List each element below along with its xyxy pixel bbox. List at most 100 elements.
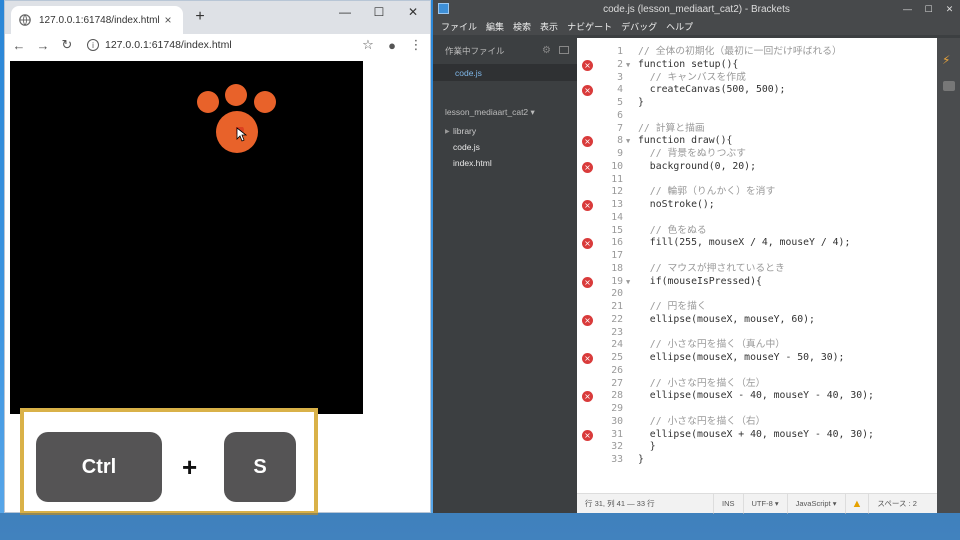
- code-line[interactable]: 11: [577, 174, 937, 187]
- code-line[interactable]: × 10 background(0, 20);: [577, 161, 937, 174]
- editor-window-controls: — ☐ ✕: [897, 0, 960, 18]
- menu-edit[interactable]: 編集: [486, 20, 504, 33]
- error-marker-icon[interactable]: ×: [582, 161, 593, 173]
- code-line[interactable]: × 28 ellipse(mouseX - 40, mouseY - 40, 30…: [577, 390, 937, 403]
- code-line[interactable]: × 2 ▼ function setup(){: [577, 59, 937, 72]
- code-text: // 円を描く: [638, 301, 707, 312]
- menu-file[interactable]: ファイル: [441, 20, 477, 33]
- gear-icon[interactable]: ⚙: [542, 45, 551, 56]
- error-marker-icon[interactable]: ×: [582, 276, 593, 288]
- bookmark-star-icon[interactable]: ☆: [360, 37, 376, 53]
- code-text: ellipse(mouseX, mouseY - 50, 30);: [638, 352, 845, 363]
- line-number: 20: [611, 288, 623, 300]
- code-line[interactable]: 32 }: [577, 441, 937, 454]
- fold-arrow-icon[interactable]: ▼: [626, 276, 630, 289]
- address-bar[interactable]: i 127.0.0.1:61748/index.html: [83, 36, 348, 54]
- error-marker-icon[interactable]: ×: [582, 314, 593, 326]
- menu-find[interactable]: 検索: [513, 20, 531, 33]
- window-controls: — ☐ ✕: [328, 1, 430, 25]
- reload-button[interactable]: ↻: [59, 37, 75, 53]
- editor-maximize-button[interactable]: ☐: [918, 0, 939, 18]
- code-line[interactable]: 1 // 全体の初期化（最初に一回だけ呼ばれる）: [577, 46, 937, 59]
- code-line[interactable]: 24 // 小さな円を描く（真ん中）: [577, 339, 937, 352]
- indent-setting[interactable]: スペース : 2: [868, 493, 925, 514]
- code-lines: 1// 全体の初期化（最初に一回だけ呼ばれる） × 2 ▼ function setup…: [577, 46, 937, 467]
- error-marker-icon[interactable]: ×: [582, 238, 593, 250]
- folder-library[interactable]: ▶ library: [433, 123, 577, 139]
- split-view-icon[interactable]: [559, 46, 569, 54]
- editor-close-button[interactable]: ✕: [939, 0, 960, 18]
- new-tab-button[interactable]: +: [191, 8, 209, 26]
- code-line[interactable]: 20: [577, 288, 937, 301]
- code-line[interactable]: 3 // キャンバスを作成: [577, 72, 937, 85]
- menu-debug[interactable]: デバッグ: [621, 20, 657, 33]
- plus-sign: +: [182, 452, 198, 482]
- encoding-select[interactable]: UTF-8 ▾: [742, 493, 787, 514]
- forward-button[interactable]: →: [35, 38, 51, 53]
- code-line[interactable]: 26: [577, 365, 937, 378]
- line-number: 33: [611, 454, 623, 465]
- menu-view[interactable]: 表示: [540, 20, 558, 33]
- p5-canvas[interactable]: [10, 61, 363, 414]
- editor-minimize-button[interactable]: —: [897, 0, 918, 18]
- code-line[interactable]: × 16 fill(255, mouseX / 4, mouseY / 4);: [577, 237, 937, 250]
- code-line[interactable]: 15 // 色をぬる: [577, 225, 937, 238]
- code-line[interactable]: × 25 ellipse(mouseX, mouseY - 50, 30);: [577, 352, 937, 365]
- live-preview-icon[interactable]: ⚡: [942, 53, 950, 67]
- language-select[interactable]: JavaScript ▾: [786, 493, 845, 514]
- code-line[interactable]: × 19 ▼ if(mouseIsPressed){: [577, 276, 937, 289]
- code-line[interactable]: 6: [577, 110, 937, 123]
- error-marker-icon[interactable]: ×: [582, 59, 593, 71]
- maximize-button[interactable]: ☐: [362, 1, 396, 23]
- cursor-position: 行 31, 列 41 — 33 行: [585, 499, 655, 508]
- code-line[interactable]: × 8 ▼ function draw(){: [577, 135, 937, 148]
- error-marker-icon[interactable]: ×: [582, 391, 593, 403]
- extension-manager-icon[interactable]: [943, 81, 955, 91]
- code-line[interactable]: 23: [577, 327, 937, 340]
- globe-icon: [19, 14, 31, 26]
- code-line[interactable]: 18 // マウスが押されているとき: [577, 263, 937, 276]
- file-code-js[interactable]: code.js: [433, 139, 577, 155]
- menu-navigate[interactable]: ナビゲート: [567, 20, 612, 33]
- browser-menu-icon[interactable]: ⋮: [408, 37, 424, 53]
- error-marker-icon[interactable]: ×: [582, 200, 593, 211]
- code-line[interactable]: × 4 createCanvas(500, 500);: [577, 84, 937, 97]
- tab-close-icon[interactable]: ×: [161, 13, 175, 27]
- code-line[interactable]: 30 // 小さな円を描く（右）: [577, 416, 937, 429]
- taskbar: [0, 513, 960, 540]
- project-dropdown[interactable]: lesson_mediaart_cat2 ▾: [433, 101, 577, 123]
- error-marker-icon[interactable]: ×: [582, 429, 593, 441]
- code-line[interactable]: 17: [577, 250, 937, 263]
- back-button[interactable]: ←: [11, 38, 27, 53]
- menu-help[interactable]: ヘルプ: [666, 20, 693, 33]
- file-index-html[interactable]: index.html: [433, 155, 577, 171]
- code-line[interactable]: 27 // 小さな円を描く（左）: [577, 378, 937, 391]
- insert-mode[interactable]: INS: [713, 493, 743, 514]
- error-marker-icon[interactable]: ×: [582, 353, 593, 364]
- profile-avatar-icon[interactable]: ●: [384, 38, 400, 53]
- minimize-button[interactable]: —: [328, 1, 362, 23]
- code-line[interactable]: 5}: [577, 97, 937, 110]
- code-editor[interactable]: 1// 全体の初期化（最初に一回だけ呼ばれる） × 2 ▼ function setup…: [577, 38, 937, 513]
- browser-tab[interactable]: 127.0.0.1:61748/index.html ×: [11, 6, 183, 34]
- code-line[interactable]: 9 // 背景をぬりつぶす: [577, 148, 937, 161]
- line-number: 22: [611, 313, 623, 325]
- code-line[interactable]: 12 // 輪郭（りんかく）を消す: [577, 186, 937, 199]
- code-line[interactable]: × 31 ellipse(mouseX + 40, mouseY - 40, 30…: [577, 429, 937, 442]
- code-line[interactable]: 33}: [577, 454, 937, 467]
- code-line[interactable]: 14: [577, 212, 937, 225]
- error-marker-icon[interactable]: ×: [582, 136, 593, 148]
- error-marker-icon[interactable]: ×: [582, 85, 593, 97]
- fold-arrow-icon[interactable]: ▼: [626, 59, 630, 72]
- warning-icon[interactable]: ▲: [844, 493, 869, 514]
- code-line[interactable]: × 22 ellipse(mouseX, mouseY, 60);: [577, 314, 937, 327]
- code-line[interactable]: 29: [577, 403, 937, 416]
- code-text: function setup(){: [638, 58, 739, 70]
- working-file-item[interactable]: code.js: [433, 64, 577, 81]
- close-button[interactable]: ✕: [396, 1, 430, 23]
- code-line[interactable]: 21 // 円を描く: [577, 301, 937, 314]
- fold-arrow-icon[interactable]: ▼: [626, 135, 630, 148]
- code-line[interactable]: × 13 noStroke();: [577, 199, 937, 212]
- site-info-icon[interactable]: i: [87, 39, 99, 51]
- code-line[interactable]: 7 // 計算と描画: [577, 123, 937, 136]
